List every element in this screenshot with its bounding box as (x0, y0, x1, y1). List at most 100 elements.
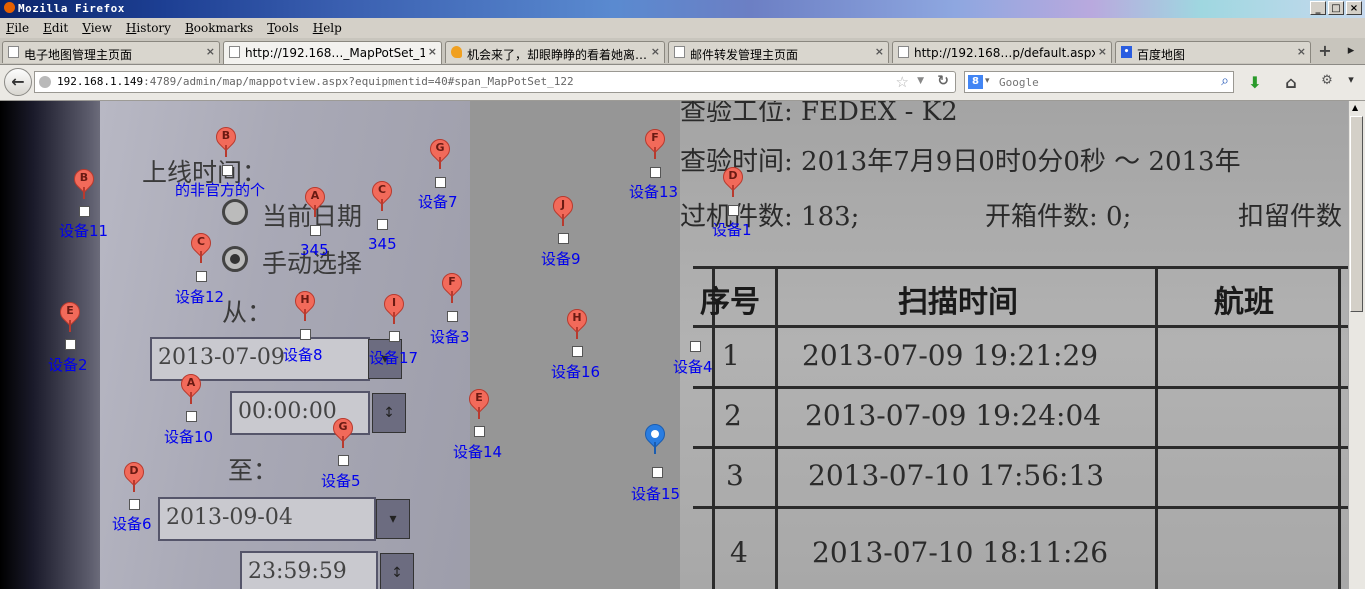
marker-pin-icon[interactable]: A (300, 182, 330, 217)
marker-pin-icon[interactable]: D (119, 457, 149, 492)
close-tab-icon[interactable]: × (875, 45, 884, 58)
marker-pin-icon[interactable]: C (186, 228, 216, 263)
tab-baidu-map[interactable]: • 百度地图 × (1115, 41, 1311, 63)
marker-checkbox[interactable] (338, 455, 349, 466)
marker-checkbox[interactable] (572, 346, 583, 357)
marker-checkbox[interactable] (447, 311, 458, 322)
marker-checkbox[interactable] (650, 167, 661, 178)
menu-view[interactable]: View (76, 21, 120, 35)
menu-edit[interactable]: Edit (37, 21, 76, 35)
marker-checkbox[interactable] (652, 467, 663, 478)
marker-pin-icon[interactable]: B (211, 122, 241, 157)
tab-map-management[interactable]: 电子地图管理主页面 × (2, 41, 220, 63)
scroll-up-icon[interactable]: ▲ (1352, 103, 1358, 112)
marker-label[interactable]: 设备6 (112, 513, 152, 534)
marker-label[interactable]: 设备11 (59, 220, 108, 241)
close-tab-icon[interactable]: × (428, 45, 437, 58)
close-tab-icon[interactable]: × (206, 45, 215, 58)
marker-label[interactable]: 的非官方的个 (175, 179, 265, 200)
minimize-button[interactable]: _ (1310, 1, 1326, 15)
marker-pin-icon[interactable]: E (464, 384, 494, 419)
search-bar[interactable]: 8 ▾ ⌕ (964, 71, 1234, 93)
marker-checkbox[interactable] (300, 329, 311, 340)
vertical-scrollbar[interactable]: ▲ (1348, 101, 1365, 589)
menu-help[interactable]: Help (307, 21, 350, 35)
marker-checkbox[interactable] (377, 219, 388, 230)
marker-checkbox[interactable] (65, 339, 76, 350)
marker-checkbox[interactable] (728, 205, 739, 216)
marker-label[interactable]: 345 (300, 241, 329, 259)
marker-label[interactable]: 设备9 (541, 248, 581, 269)
addon-icon[interactable]: ⚙ (1316, 73, 1338, 93)
download-icon[interactable]: ⬇ (1244, 73, 1266, 93)
marker-checkbox[interactable] (310, 225, 321, 236)
marker-checkbox[interactable] (196, 271, 207, 282)
marker-pin-icon[interactable]: E (55, 297, 85, 332)
marker-label[interactable]: 设备14 (453, 441, 502, 462)
marker-checkbox[interactable] (129, 499, 140, 510)
tab-default[interactable]: http://192.168…p/default.aspx × (892, 41, 1112, 63)
toolbar-overflow-icon[interactable]: ▾ (1340, 73, 1362, 93)
close-tab-icon[interactable]: × (1098, 45, 1107, 58)
marker-checkbox[interactable] (690, 341, 701, 352)
marker-label[interactable]: 设备15 (631, 483, 680, 504)
close-tab-icon[interactable]: × (651, 45, 660, 58)
marker-pin-icon[interactable]: B (69, 164, 99, 199)
marker-label[interactable]: 设备7 (418, 191, 458, 212)
marker-label[interactable]: 设备2 (48, 354, 88, 375)
search-input[interactable] (999, 74, 1199, 90)
close-tab-icon[interactable]: × (1297, 45, 1306, 58)
tab-list-scroll-icon[interactable]: ▸ (1340, 41, 1362, 61)
marker-label[interactable]: 设备4 (673, 356, 713, 377)
url-bar[interactable]: 192.168.1.149:4789/admin/map/mappotview.… (34, 71, 956, 93)
marker-label[interactable]: 设备10 (164, 426, 213, 447)
marker-pin-icon[interactable]: J (548, 191, 578, 226)
reload-icon[interactable]: ↻ (937, 73, 949, 89)
marker-pin-icon[interactable]: C (367, 176, 397, 211)
marker-pin-icon[interactable]: I (379, 289, 409, 324)
tab-mappotset[interactable]: http://192.168…_MapPotSet_122 × (223, 41, 442, 64)
marker-label[interactable]: 设备5 (321, 470, 361, 491)
search-icon[interactable]: ⌕ (1221, 73, 1229, 89)
marker-pin-icon[interactable]: A (176, 369, 206, 404)
marker-checkbox[interactable] (389, 331, 400, 342)
marker-checkbox[interactable] (558, 233, 569, 244)
scrollbar-thumb[interactable] (1350, 116, 1363, 312)
marker-checkbox[interactable] (79, 206, 90, 217)
maximize-button[interactable]: □ (1328, 1, 1344, 15)
site-identity-icon[interactable] (39, 76, 51, 88)
marker-label[interactable]: 设备13 (629, 181, 678, 202)
menu-bookmarks[interactable]: Bookmarks (179, 21, 261, 35)
marker-checkbox[interactable] (474, 426, 485, 437)
bookmark-star-icon[interactable]: ☆ (896, 73, 909, 91)
tab-mail-forward[interactable]: 邮件转发管理主页面 × (668, 41, 889, 63)
marker-pin-icon[interactable]: H (290, 286, 320, 321)
marker-checkbox[interactable] (435, 177, 446, 188)
marker-label[interactable]: 设备1 (712, 219, 752, 240)
menu-file[interactable]: File (0, 21, 37, 35)
marker-checkbox[interactable] (222, 165, 233, 176)
marker-pin-icon[interactable]: H (562, 304, 592, 339)
marker-label[interactable]: 设备12 (175, 286, 224, 307)
home-icon[interactable]: ⌂ (1280, 73, 1302, 93)
marker-pin-icon[interactable]: F (640, 124, 670, 159)
marker-selected-pin-icon[interactable] (640, 419, 670, 454)
marker-pin-icon[interactable]: G (328, 413, 358, 448)
url-text[interactable]: 192.168.1.149:4789/admin/map/mappotview.… (57, 75, 574, 88)
marker-label[interactable]: 设备8 (283, 344, 323, 365)
tab-article[interactable]: 机会来了，却眼睁睁的看着她离… × (445, 41, 665, 63)
back-button[interactable]: ← (4, 68, 32, 96)
marker-checkbox[interactable] (186, 411, 197, 422)
marker-label[interactable]: 设备17 (369, 347, 418, 368)
map-canvas[interactable]: 上线时间： 当前日期 手动选择 从： 2013-07-09 ▾ 00:00:00… (0, 101, 1348, 589)
marker-pin-icon[interactable]: F (437, 268, 467, 303)
engine-dropdown-icon[interactable]: ▾ (985, 76, 990, 86)
marker-label[interactable]: 设备16 (551, 361, 600, 382)
menu-tools[interactable]: Tools (261, 21, 307, 35)
url-history-dropdown-icon[interactable]: ▼ (917, 76, 924, 86)
new-tab-button[interactable]: + (1314, 41, 1336, 61)
google-engine-icon[interactable]: 8 (968, 75, 983, 89)
marker-label[interactable]: 设备3 (430, 326, 470, 347)
close-window-button[interactable]: × (1346, 1, 1362, 15)
marker-pin-icon[interactable]: G (425, 134, 455, 169)
